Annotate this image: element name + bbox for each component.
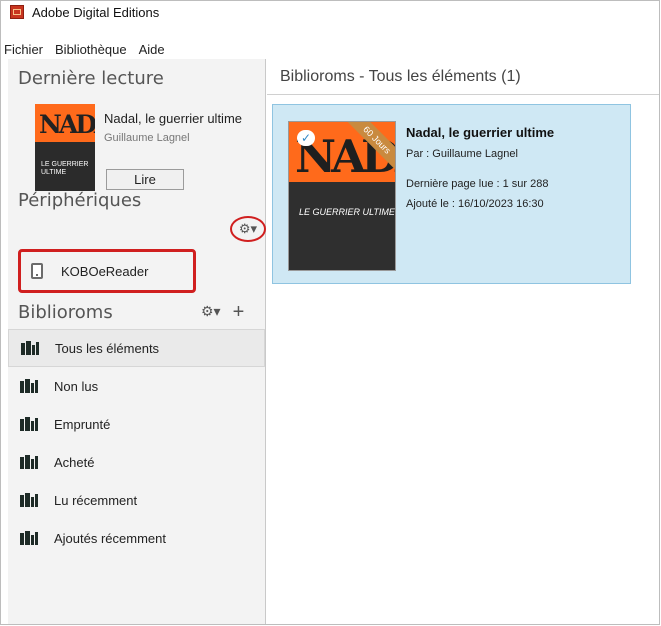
devices-settings-button[interactable]: ⚙▾ xyxy=(230,216,266,242)
cloud-check-icon: ✓ xyxy=(297,130,315,146)
devices-title: Périphériques xyxy=(18,190,142,211)
biblioroms-item-non-lus[interactable]: Non lus xyxy=(8,367,265,405)
menu-bibliotheque[interactable]: Bibliothèque xyxy=(55,42,127,57)
biblioroms-item-lu-recemment[interactable]: Lu récemment xyxy=(8,481,265,519)
gear-icon: ⚙▾ xyxy=(238,221,258,236)
menu-aide[interactable]: Aide xyxy=(139,42,165,57)
read-button[interactable]: Lire xyxy=(106,169,184,190)
biblioroms-item-emprunte[interactable]: Emprunté xyxy=(8,405,265,443)
main-header: Biblioroms - Tous les éléments (1) xyxy=(267,59,659,95)
book-added: Ajouté le : 16/10/2023 16:30 xyxy=(406,198,544,210)
last-reading-cover[interactable]: NADAL LE GUERRIER ULTIME xyxy=(35,104,95,191)
ereader-icon xyxy=(31,263,43,279)
biblioroms-item-label: Tous les éléments xyxy=(55,340,160,356)
menu-fichier[interactable]: Fichier xyxy=(4,42,43,57)
books-icon xyxy=(20,455,38,469)
cover-subtitle: LE GUERRIER ULTIME xyxy=(299,207,395,217)
books-icon xyxy=(20,493,38,507)
book-card[interactable]: NADAL LE GUERRIER ULTIME 60 Jours ✓ Nada… xyxy=(272,104,631,284)
book-title: Nadal, le guerrier ultime xyxy=(406,125,555,140)
biblioroms-title: Biblioroms xyxy=(18,302,113,323)
biblioroms-item-label: Lu récemment xyxy=(54,492,138,508)
books-icon xyxy=(20,417,38,431)
add-icon[interactable]: + xyxy=(233,302,245,322)
app-window: Adobe Digital Editions Fichier Bibliothè… xyxy=(0,0,660,625)
biblioroms-actions: ⚙▾ + xyxy=(201,302,245,322)
book-cover[interactable]: NADAL LE GUERRIER ULTIME 60 Jours ✓ xyxy=(288,121,396,271)
window-title: Adobe Digital Editions xyxy=(32,4,160,20)
last-reading-title: Dernière lecture xyxy=(18,68,164,89)
cover-title: NADAL xyxy=(39,110,95,139)
biblioroms-item-label: Acheté xyxy=(54,454,95,470)
device-item-koboereader[interactable]: KOBOeReader xyxy=(23,254,191,288)
device-label: KOBOeReader xyxy=(61,263,149,279)
adobe-digital-editions-icon xyxy=(10,5,24,19)
sidebar: Dernière lecture NADAL LE GUERRIER ULTIM… xyxy=(8,59,266,624)
main-panel: Biblioroms - Tous les éléments (1) NADAL… xyxy=(267,59,659,624)
last-reading-book-title: Nadal, le guerrier ultime xyxy=(104,111,243,126)
biblioroms-item-label: Ajoutés récemment xyxy=(54,530,166,546)
last-reading-book-author: Guillaume Lagnel xyxy=(104,132,190,144)
biblioroms-item-tous[interactable]: Tous les éléments xyxy=(8,329,265,367)
biblioroms-list: Tous les éléments Non lus Emprunté Achet… xyxy=(8,329,265,557)
books-icon xyxy=(21,341,39,355)
title-bar: Adobe Digital Editions xyxy=(1,1,659,23)
cover-subtitle: LE GUERRIER ULTIME xyxy=(41,161,89,176)
books-icon xyxy=(20,531,38,545)
biblioroms-item-label: Non lus xyxy=(54,378,99,394)
book-last-page: Dernière page lue : 1 sur 288 xyxy=(406,178,549,190)
biblioroms-item-label: Emprunté xyxy=(54,416,111,432)
books-icon xyxy=(20,379,38,393)
gear-icon[interactable]: ⚙▾ xyxy=(201,303,221,320)
book-author: Par : Guillaume Lagnel xyxy=(406,148,518,160)
biblioroms-item-ajoutes-recemment[interactable]: Ajoutés récemment xyxy=(8,519,265,557)
menu-bar: Fichier Bibliothèque Aide xyxy=(1,41,659,58)
biblioroms-item-achete[interactable]: Acheté xyxy=(8,443,265,481)
